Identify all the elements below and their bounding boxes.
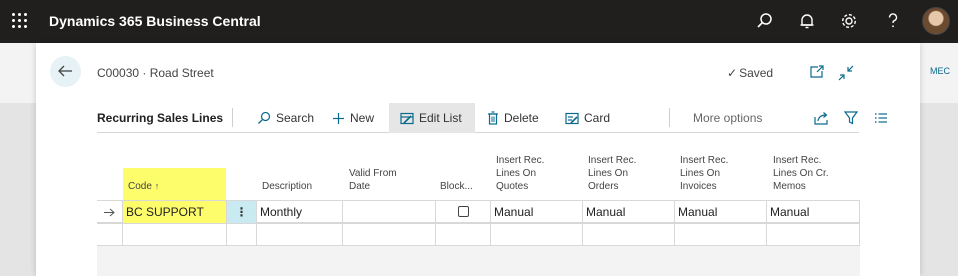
plus-icon xyxy=(333,112,344,124)
column-header-line: Insert Rec. xyxy=(496,155,545,166)
list-view-icon[interactable] xyxy=(874,112,888,124)
column-header-description[interactable]: Description xyxy=(262,180,312,193)
edit-list-icon xyxy=(400,112,414,124)
more-vertical-icon: ⋮ xyxy=(235,205,248,219)
column-header-valid-from-date[interactable]: Valid From Date xyxy=(349,167,397,193)
edit-list-button[interactable]: Edit List xyxy=(389,103,475,133)
card-icon xyxy=(565,112,579,124)
cell-code[interactable]: BC SUPPORT xyxy=(122,201,227,223)
column-header-insert-cr-memos[interactable]: Insert Rec. Lines On Cr. Memos xyxy=(773,154,829,193)
cell-insert-orders[interactable] xyxy=(583,224,675,246)
help-icon[interactable] xyxy=(883,11,903,31)
record-title: C00030 · Road Street xyxy=(97,66,214,80)
column-header-blocked[interactable]: Block... xyxy=(440,180,473,193)
column-header-line: Lines On xyxy=(588,168,629,179)
cell-code[interactable] xyxy=(122,224,227,246)
cell-insert-cr-memos[interactable]: Manual xyxy=(767,201,860,223)
filter-icon[interactable] xyxy=(844,111,858,125)
row-pointer-icon xyxy=(104,208,115,217)
column-header-line: Insert Rec. xyxy=(773,155,822,166)
column-header-line: Date xyxy=(349,181,371,192)
lines-grid: Code ↑ Description Valid From Date Block… xyxy=(97,148,860,276)
divider xyxy=(232,108,233,127)
divider xyxy=(669,108,670,127)
grid-header: Code ↑ Description Valid From Date Block… xyxy=(97,148,860,203)
new-label: New xyxy=(350,111,375,125)
edit-list-label: Edit List xyxy=(419,111,462,125)
column-header-line: Quotes xyxy=(496,181,529,192)
background-label: MEC xyxy=(930,66,950,76)
column-header-line: Insert Rec. xyxy=(588,155,637,166)
cell-valid-from-date[interactable] xyxy=(343,201,436,223)
blocked-checkbox[interactable] xyxy=(458,206,469,217)
cell-insert-cr-memos[interactable] xyxy=(767,224,860,246)
column-header-line: Orders xyxy=(588,181,619,192)
search-icon[interactable] xyxy=(755,11,775,31)
cell-description[interactable]: Monthly xyxy=(257,201,343,223)
app-bar: Dynamics 365 Business Central xyxy=(0,0,958,43)
action-bar: Recurring Sales Lines Search New Edit Li… xyxy=(97,103,887,133)
cell-insert-invoices[interactable] xyxy=(675,224,767,246)
column-header-line: Memos xyxy=(773,181,806,192)
page-caption: Recurring Sales Lines xyxy=(97,111,224,125)
more-options-label: More options xyxy=(693,111,763,125)
sort-ascending-icon: ↑ xyxy=(154,181,160,191)
cell-insert-quotes[interactable]: Manual xyxy=(491,201,583,223)
card-button[interactable]: Card xyxy=(565,103,610,133)
column-header-insert-orders[interactable]: Insert Rec. Lines On Orders xyxy=(588,154,636,193)
background-panel-left xyxy=(0,103,36,276)
column-header-line: Lines On Cr. xyxy=(773,168,829,179)
column-header-line: Insert Rec. xyxy=(680,155,729,166)
column-header-insert-quotes[interactable]: Insert Rec. Lines On Quotes xyxy=(496,154,544,193)
table-row[interactable]: BC SUPPORT ⋮ Monthly Manual Manual Manua… xyxy=(97,200,860,223)
check-icon: ✓ xyxy=(727,66,738,80)
arrow-left-icon xyxy=(58,65,72,77)
row-actions-button[interactable]: ⋮ xyxy=(227,201,257,223)
gear-icon[interactable] xyxy=(839,11,859,31)
column-header-line: Valid From xyxy=(349,168,397,179)
cell-insert-orders[interactable]: Manual xyxy=(583,201,675,223)
share-icon[interactable] xyxy=(814,111,829,125)
bell-icon[interactable] xyxy=(797,11,817,31)
cell-description[interactable] xyxy=(257,224,343,246)
column-header-code[interactable]: Code ↑ xyxy=(128,180,159,193)
collapse-icon[interactable] xyxy=(838,65,854,81)
saved-status: ✓ Saved xyxy=(727,66,773,80)
card-label: Card xyxy=(584,111,611,125)
column-header-line: Invoices xyxy=(680,181,717,192)
new-button[interactable]: New xyxy=(332,103,374,133)
column-header-insert-invoices[interactable]: Insert Rec. Lines On Invoices xyxy=(680,154,728,193)
app-title[interactable]: Dynamics 365 Business Central xyxy=(49,13,261,29)
delete-button[interactable]: Delete xyxy=(487,103,539,133)
trash-icon xyxy=(488,111,498,125)
cell-insert-quotes[interactable] xyxy=(491,224,583,246)
waffle-icon[interactable] xyxy=(12,13,28,29)
delete-label: Delete xyxy=(504,111,539,125)
search-icon xyxy=(258,111,271,124)
cell-insert-invoices[interactable]: Manual xyxy=(675,201,767,223)
cell-valid-from-date[interactable] xyxy=(343,224,436,246)
avatar[interactable] xyxy=(922,7,950,35)
search-button[interactable]: Search xyxy=(257,103,314,133)
dialog: C00030 · Road Street ✓ Saved Recurring Sa… xyxy=(36,43,920,276)
more-options-button[interactable]: More options xyxy=(693,103,762,133)
cell-actions xyxy=(227,224,257,246)
table-row-empty[interactable] xyxy=(97,223,860,246)
cell-blocked[interactable] xyxy=(436,224,491,246)
search-label: Search xyxy=(276,111,315,125)
back-button[interactable] xyxy=(50,56,81,87)
column-header-code-label: Code xyxy=(128,181,152,192)
column-header-line: Lines On xyxy=(680,168,721,179)
background-panel-right xyxy=(920,103,958,276)
saved-label: Saved xyxy=(739,66,774,80)
open-new-window-icon[interactable] xyxy=(809,65,825,79)
column-header-line: Lines On xyxy=(496,168,537,179)
